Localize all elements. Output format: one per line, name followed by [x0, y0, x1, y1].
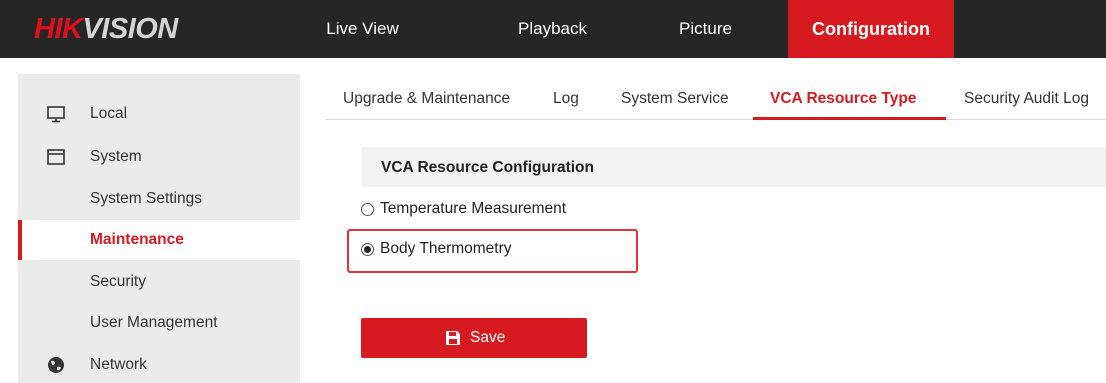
section-header: VCA Resource Configuration	[362, 147, 1106, 187]
sidebar-item-label: Network	[90, 356, 147, 373]
tab-upgrade-maintenance[interactable]: Upgrade & Maintenance	[343, 90, 510, 108]
nav-live-view[interactable]: Live View	[300, 0, 425, 58]
sidebar-item-label: User Management	[90, 314, 218, 331]
save-label: Save	[470, 329, 506, 346]
sidebar-item-user-management[interactable]: User Management	[18, 303, 300, 343]
sidebar-item-label: Security	[90, 273, 146, 290]
tab-system-service[interactable]: System Service	[621, 90, 729, 108]
nav-picture[interactable]: Picture	[643, 0, 768, 58]
tab-vca-resource-type[interactable]: VCA Resource Type	[770, 90, 916, 108]
save-icon	[446, 331, 460, 345]
sidebar-item-label: Maintenance	[90, 231, 184, 248]
sidebar-item-system[interactable]: System	[18, 137, 300, 177]
nav-configuration[interactable]: Configuration	[788, 0, 954, 58]
sidebar-item-label: Local	[90, 105, 128, 122]
tab-log[interactable]: Log	[553, 90, 579, 108]
maintenance-tabs: Upgrade & Maintenance Log System Service…	[326, 74, 1106, 120]
window-icon	[47, 149, 65, 165]
nav-playback[interactable]: Playback	[490, 0, 615, 58]
radio-button[interactable]	[361, 203, 374, 216]
top-nav-bar: HIKVISION Live View Playback Picture Con…	[0, 0, 1106, 58]
hikvision-logo: HIKVISION	[34, 13, 178, 45]
active-tab-indicator	[753, 117, 946, 120]
sidebar-item-local[interactable]: Local	[18, 94, 300, 134]
sidebar-item-network[interactable]: Network	[18, 345, 300, 383]
radio-label: Temperature Measurement	[380, 200, 567, 217]
sidebar-item-system-settings[interactable]: System Settings	[18, 179, 300, 219]
highlight-annotation	[347, 229, 638, 273]
section-title: VCA Resource Configuration	[381, 159, 594, 176]
monitor-icon	[47, 106, 65, 123]
sidebar-item-label: System	[90, 148, 142, 165]
tab-security-audit-log[interactable]: Security Audit Log	[964, 90, 1089, 108]
sidebar-item-label: System Settings	[90, 190, 202, 207]
save-button[interactable]: Save	[361, 318, 587, 358]
sidebar-item-security[interactable]: Security	[18, 262, 300, 302]
globe-icon	[48, 357, 64, 373]
radio-temperature-measurement[interactable]: Temperature Measurement	[361, 198, 601, 222]
sidebar: Local System System Settings Maintenance…	[18, 74, 300, 383]
sidebar-item-maintenance[interactable]: Maintenance	[18, 220, 300, 260]
